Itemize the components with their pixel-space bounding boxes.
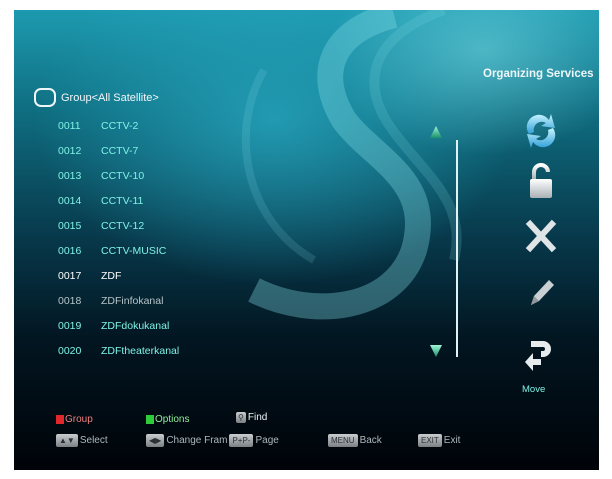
- rename-pencil-icon[interactable]: [519, 272, 563, 314]
- list-item[interactable]: 0011 CCTV-2: [58, 120, 398, 140]
- menu-key-icon: MENU: [328, 434, 358, 447]
- help-page-label: Page: [255, 435, 279, 446]
- list-item[interactable]: 0019 ZDFdokukanal: [58, 320, 398, 340]
- group-icon: [34, 88, 56, 107]
- list-item[interactable]: 0018 ZDFinfokanal: [58, 295, 398, 315]
- channel-name: CCTV-12: [101, 220, 145, 232]
- help-group-label: Group: [65, 414, 93, 425]
- help-back-label: Back: [359, 435, 382, 446]
- channel-name: CCTV-MUSIC: [101, 245, 167, 257]
- page-key-icon: P+P-: [229, 434, 254, 447]
- channel-name: CCTV-10: [101, 170, 145, 182]
- channel-number: 0012: [58, 145, 82, 157]
- channel-name: CCTV-11: [101, 195, 144, 207]
- channel-name: ZDF: [101, 270, 122, 282]
- channel-number: 0020: [58, 345, 82, 357]
- help-back[interactable]: MENU Back: [328, 434, 382, 447]
- left-right-key-icon: ◀▶: [146, 434, 165, 447]
- help-options[interactable]: Options: [146, 414, 189, 425]
- panel-title: Organizing Services: [483, 68, 594, 80]
- channel-name: ZDFtheaterkanal: [101, 345, 180, 357]
- channel-name: ZDFdokukanal: [101, 320, 170, 332]
- help-exit-label: Exit: [443, 435, 461, 446]
- tv-screen: Group<All Satellite> 0011 CCTV-2 0012 CC…: [14, 10, 599, 470]
- help-group[interactable]: Group: [56, 414, 93, 425]
- list-item[interactable]: 0012 CCTV-7: [58, 145, 398, 165]
- green-key-icon: [146, 415, 154, 424]
- list-item[interactable]: 0016 CCTV-MUSIC: [58, 245, 398, 265]
- channel-number: 0016: [58, 245, 82, 257]
- channel-name: CCTV-2: [101, 120, 139, 132]
- help-options-label: Options: [155, 414, 190, 425]
- channel-name: CCTV-7: [101, 145, 139, 157]
- scroll-down-arrow-icon[interactable]: [429, 344, 443, 358]
- help-find[interactable]: ⚲ Find: [236, 412, 267, 423]
- channel-number: 0018: [58, 295, 82, 307]
- move-label: Move: [522, 384, 546, 395]
- help-change-frame-label: Change Fram: [166, 435, 228, 446]
- help-select[interactable]: ▲▼ Select: [56, 434, 108, 447]
- list-item[interactable]: 0015 CCTV-12: [58, 220, 398, 240]
- move-icon[interactable]: [519, 335, 563, 377]
- find-key-icon: ⚲: [236, 412, 246, 423]
- refresh-icon[interactable]: [519, 110, 563, 152]
- channel-number: 0014: [58, 195, 82, 207]
- help-find-label: Find: [247, 412, 268, 423]
- help-exit[interactable]: EXIT Exit: [418, 434, 460, 447]
- list-item[interactable]: 0020 ZDFtheaterkanal: [58, 345, 398, 365]
- list-item[interactable]: 0013 CCTV-10: [58, 170, 398, 190]
- group-label: Group<All Satellite>: [61, 91, 159, 104]
- group-header[interactable]: Group<All Satellite>: [34, 88, 159, 107]
- up-down-key-icon: ▲▼: [56, 434, 78, 447]
- help-select-label: Select: [79, 435, 108, 446]
- scroll-up-arrow-icon[interactable]: [429, 125, 443, 139]
- channel-number: 0017: [58, 270, 82, 282]
- channel-number: 0019: [58, 320, 82, 332]
- delete-icon[interactable]: [519, 215, 563, 257]
- channel-number: 0013: [58, 170, 82, 182]
- scrollbar-track[interactable]: [456, 140, 458, 357]
- channel-number: 0015: [58, 220, 82, 232]
- red-key-icon: [56, 415, 64, 424]
- lock-icon[interactable]: [519, 160, 563, 202]
- channel-number: 0011: [58, 120, 81, 132]
- exit-key-icon: EXIT: [418, 434, 442, 447]
- list-item-selected[interactable]: 0017 ZDF: [58, 270, 398, 290]
- channel-name: ZDFinfokanal: [101, 295, 164, 307]
- help-change-frame[interactable]: ◀▶ Change Fram P+P- Page: [146, 434, 279, 447]
- list-item[interactable]: 0014 CCTV-11: [58, 195, 398, 215]
